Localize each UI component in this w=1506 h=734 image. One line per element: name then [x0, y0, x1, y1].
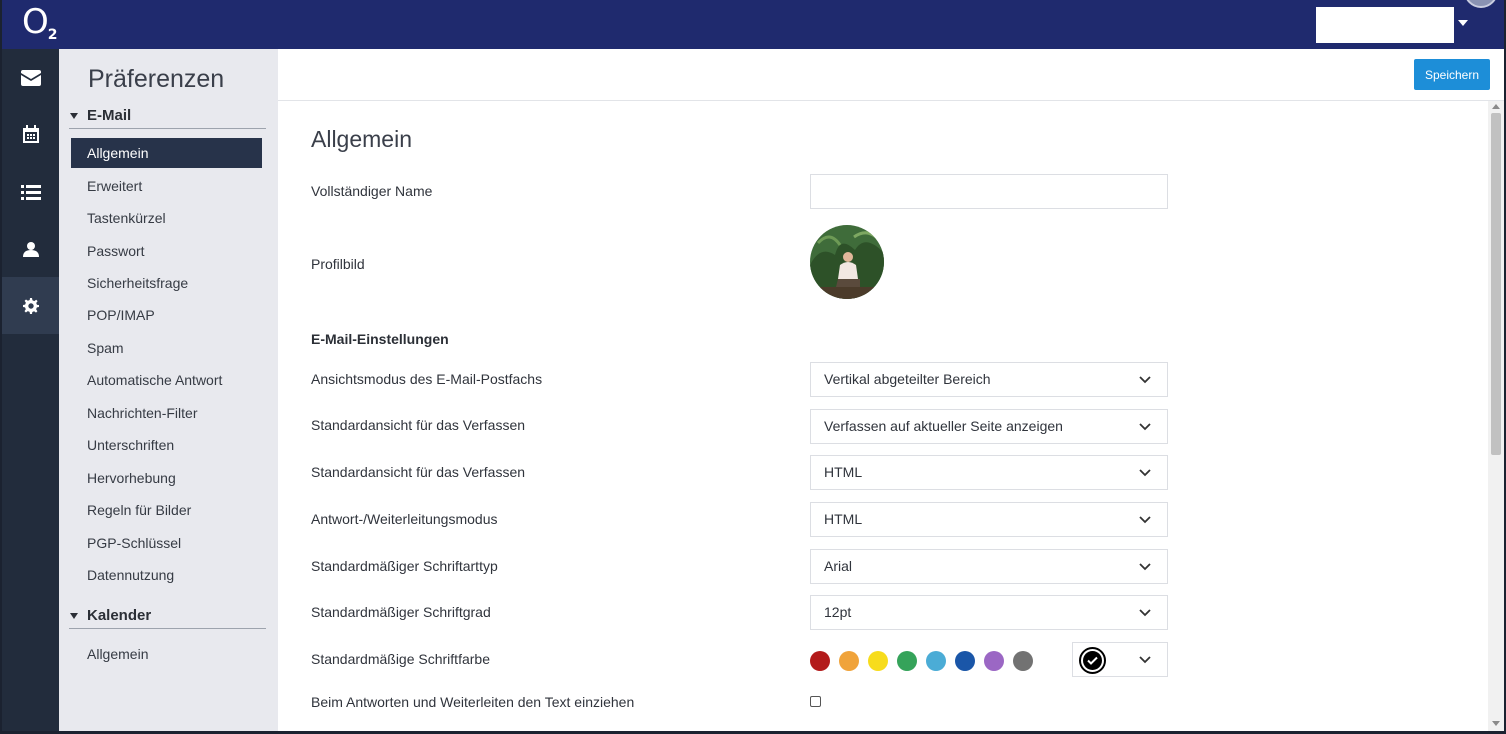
full-name-label: Vollständiger Name	[311, 183, 433, 199]
sidebar-item-spam[interactable]: Spam	[71, 333, 262, 363]
font-family-select[interactable]: Arial	[810, 549, 1168, 584]
sidebar-item-erweitert[interactable]: Erweitert	[71, 171, 262, 201]
compose-format-select[interactable]: HTML	[810, 455, 1168, 490]
section-email[interactable]: E-Mail	[69, 107, 266, 129]
sidebar-item-pop-imap[interactable]: POP/IMAP	[71, 300, 262, 330]
account-name-box[interactable]	[1316, 7, 1454, 43]
chevron-down-icon	[1139, 516, 1151, 524]
rail-mail[interactable]	[2, 49, 59, 106]
rail-contacts[interactable]	[2, 220, 59, 277]
gear-icon	[22, 297, 39, 314]
sidebar-item-nachrichten-filter[interactable]: Nachrichten-Filter	[71, 398, 262, 428]
font-color-swatch[interactable]	[955, 651, 975, 671]
font-color-swatch[interactable]	[926, 651, 946, 671]
sidebar-item-passwort[interactable]: Passwort	[71, 236, 262, 266]
chevron-down-icon	[1139, 656, 1151, 664]
sidebar-item-regeln-fuer-bilder[interactable]: Regeln für Bilder	[71, 495, 262, 525]
settings-panel: Speichern Allgemein Vollständiger Name P…	[278, 49, 1504, 731]
sidebar-title: Präferenzen	[88, 65, 225, 93]
sidebar-item-datennutzung[interactable]: Datennutzung	[71, 560, 262, 590]
compose-view-select[interactable]: Verfassen auf aktueller Seite anzeigen	[810, 409, 1168, 444]
list-icon	[20, 184, 41, 200]
scroll-up-icon[interactable]	[1492, 104, 1500, 109]
save-button[interactable]: Speichern	[1414, 59, 1490, 90]
profile-photo-icon	[810, 225, 884, 299]
selected-color-swatch	[1079, 647, 1106, 674]
row-label-view-mode: Ansichtsmodus des E-Mail-Postfachs	[311, 371, 543, 387]
chevron-down-icon	[1139, 423, 1151, 431]
sidebar-item-sicherheitsfrage[interactable]: Sicherheitsfrage	[71, 268, 262, 298]
vertical-scrollbar[interactable]	[1488, 101, 1504, 731]
page-title: Allgemein	[311, 126, 412, 152]
row-label-font-family: Standardmäßiger Schriftarttyp	[311, 558, 498, 574]
rail-tasks[interactable]	[2, 163, 59, 220]
mail-icon	[20, 69, 41, 86]
scrollbar-thumb[interactable]	[1491, 113, 1501, 455]
font-color-swatch[interactable]	[810, 651, 830, 671]
row-label-font-size: Standardmäßiger Schriftgrad	[311, 604, 491, 620]
sidebar-item-hervorhebung[interactable]: Hervorhebung	[71, 463, 262, 493]
top-bar: O2	[2, 0, 1504, 49]
user-avatar[interactable]	[1464, 0, 1498, 8]
row-label-reply-mode: Antwort-/Weiterleitungsmodus	[311, 511, 498, 527]
reply-mode-select[interactable]: HTML	[810, 502, 1168, 537]
font-color-swatch[interactable]	[1013, 651, 1033, 671]
rail-settings[interactable]	[2, 277, 59, 334]
rail-calendar[interactable]	[2, 106, 59, 163]
row-label-compose-format: Standardansicht für das Verfassen	[311, 464, 526, 480]
sidebar-item-unterschriften[interactable]: Unterschriften	[71, 430, 262, 460]
row-label-indent-text: Beim Antworten und Weiterleiten den Text…	[311, 694, 635, 710]
row-label-font-color: Standardmäßige Schriftfarbe	[311, 651, 490, 667]
chevron-down-icon	[1139, 609, 1151, 617]
triangle-down-icon	[70, 113, 78, 119]
checkmark-circle	[1083, 651, 1102, 670]
preferences-sidebar: Präferenzen E-Mail Allgemein Erweitert T…	[59, 49, 278, 731]
chevron-down-icon	[1139, 469, 1151, 477]
font-size-select[interactable]: 12pt	[810, 595, 1168, 630]
font-color-swatch[interactable]	[984, 651, 1004, 671]
chevron-down-icon	[1139, 376, 1151, 384]
view-mode-select[interactable]: Vertikal abgeteilter Bereich	[810, 362, 1168, 397]
scroll-down-icon[interactable]	[1492, 721, 1500, 726]
calendar-icon	[22, 125, 39, 143]
sidebar-item-kalender-allgemein[interactable]: Allgemein	[71, 639, 262, 669]
section-kalender[interactable]: Kalender	[69, 607, 266, 629]
checkmark-icon	[1087, 656, 1098, 665]
font-color-swatch[interactable]	[839, 651, 859, 671]
font-color-select[interactable]	[1072, 642, 1168, 677]
app-rail	[2, 49, 59, 731]
sidebar-item-pgp-schluessel[interactable]: PGP-Schlüssel	[71, 528, 262, 558]
profile-picture-label: Profilbild	[311, 256, 365, 272]
row-label-compose-view: Standardansicht für das Verfassen	[311, 417, 526, 433]
chevron-down-icon	[1139, 563, 1151, 571]
contact-icon	[22, 241, 39, 257]
o2-logo[interactable]: O2	[22, 2, 57, 43]
settings-toolbar: Speichern	[278, 49, 1504, 101]
account-dropdown-caret-icon[interactable]	[1458, 20, 1468, 26]
email-settings-heading: E-Mail-Einstellungen	[311, 331, 449, 347]
sidebar-item-automatische-antwort[interactable]: Automatische Antwort	[71, 365, 262, 395]
profile-picture[interactable]	[810, 225, 884, 299]
sidebar-item-tastenkuerzel[interactable]: Tastenkürzel	[71, 203, 262, 233]
indent-text-checkbox[interactable]	[810, 696, 821, 707]
full-name-input[interactable]	[810, 174, 1168, 209]
triangle-down-icon	[70, 613, 78, 619]
font-color-swatch[interactable]	[897, 651, 917, 671]
sidebar-item-allgemein[interactable]: Allgemein	[71, 138, 262, 168]
font-color-swatch[interactable]	[868, 651, 888, 671]
